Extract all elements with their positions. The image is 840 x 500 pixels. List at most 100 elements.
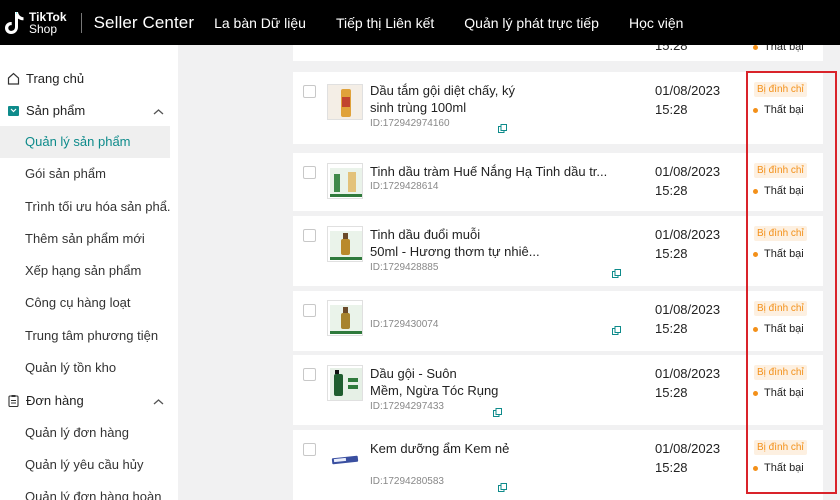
nav-live-management[interactable]: Quản lý phát trực tiếp (464, 15, 599, 31)
status-dot (753, 188, 758, 194)
status-dot (753, 251, 758, 257)
chevron-up-icon[interactable] (153, 394, 164, 409)
table-row[interactable]: Kem dưỡng ẩm Kem nẻ ID:17294280583 01/08… (293, 430, 823, 500)
product-name-line2[interactable]: 50ml - Hương thơm tự nhiê... (370, 242, 540, 261)
sidebar-item-manage-products[interactable]: Quản lý sản phẩm (0, 126, 170, 158)
table-row[interactable]: ID:1729430074 01/08/2023 15:28 Bị đình c… (293, 291, 823, 351)
row-checkbox[interactable] (303, 443, 316, 456)
nav-academy[interactable]: Học viện (629, 15, 683, 31)
sidebar-item-return-orders[interactable]: Quản lý đơn hàng hoàn (0, 481, 170, 500)
product-id: ID:1729428614 (370, 181, 439, 192)
sidebar-item-bulk-tools[interactable]: Công cụ hàng loạt (0, 287, 170, 319)
copy-icon[interactable] (493, 404, 502, 417)
status-failed: Thất bại (753, 248, 804, 260)
product-name-line1[interactable]: Kem dưỡng ẩm Kem nẻ (370, 439, 509, 458)
copy-icon[interactable] (612, 265, 621, 278)
row-time: 15:28 (655, 246, 688, 261)
product-box-icon (6, 103, 20, 117)
row-checkbox[interactable] (303, 85, 316, 98)
status-dot (753, 45, 758, 50)
sidebar: Trang chủ Sản phẩm Quản lý sản phẩm Gói … (0, 45, 178, 500)
copy-icon[interactable] (612, 322, 621, 335)
status-dot (753, 465, 758, 471)
chevron-up-icon[interactable] (153, 104, 164, 119)
product-thumbnail[interactable] (327, 300, 363, 336)
clipboard-icon (6, 393, 20, 407)
status-failed: Thất bại (753, 462, 804, 474)
status-failed: Thất bại (753, 104, 804, 116)
status-failed: Thất bại (753, 45, 804, 53)
product-id: ID:17294280583 (370, 476, 444, 487)
copy-icon[interactable] (498, 120, 507, 133)
product-name-line2[interactable]: sinh trùng 100ml (370, 98, 466, 117)
product-name-line2[interactable]: Mềm, Ngừa Tóc Rụng (370, 381, 498, 400)
status-dot (753, 390, 758, 396)
status-badge: Bị đình chỉ (754, 82, 807, 97)
sidebar-orders[interactable]: Đơn hàng (0, 384, 178, 416)
row-date: 01/08/2023 (655, 227, 721, 242)
table-row[interactable]: Dầu tắm gội diệt chấy, ký sinh trùng 100… (293, 72, 823, 144)
product-id: ID:1729430074 (370, 319, 439, 330)
row-time: 15:28 (655, 321, 688, 336)
sidebar-item-cancel-requests[interactable]: Quản lý yêu cầu hủy (0, 449, 170, 481)
product-id: ID:17294297433 (370, 401, 444, 412)
row-date: 01/08/2023 (655, 441, 721, 456)
row-checkbox[interactable] (303, 166, 316, 179)
status-dot (753, 326, 758, 332)
row-time: 15:28 (655, 45, 688, 53)
product-name-line1[interactable]: Tinh dầu tràm Huế Nắng Hạ Tinh dầu tr... (370, 162, 607, 181)
sidebar-item-inventory[interactable]: Quản lý tồn kho (0, 352, 170, 384)
row-checkbox[interactable] (303, 368, 316, 381)
row-date: 01/08/2023 (655, 366, 721, 381)
status-failed-label: Thất bại (764, 45, 804, 53)
tiktok-logo-icon (4, 10, 26, 36)
sidebar-home[interactable]: Trang chủ (0, 62, 178, 94)
sidebar-item-media-center[interactable]: Trung tâm phương tiện (0, 320, 170, 352)
product-id: ID:172942974160 (370, 118, 450, 129)
status-failed-label: Thất bại (764, 323, 804, 335)
tiktok-shop-logo[interactable]: TikTok Shop (4, 0, 67, 45)
product-thumbnail[interactable] (327, 226, 363, 262)
row-date: 01/08/2023 (655, 83, 721, 98)
table-row[interactable]: Tinh dầu tràm Huế Nắng Hạ Tinh dầu tr...… (293, 153, 823, 211)
status-badge: Bị đình chỉ (754, 301, 807, 316)
product-thumbnail[interactable] (327, 365, 363, 401)
row-time: 15:28 (655, 183, 688, 198)
product-thumbnail[interactable] (327, 84, 363, 120)
table-row: 15:28 Thất bại (293, 45, 823, 61)
top-bar: TikTok Shop Seller Center La bàn Dữ liệu… (0, 0, 840, 45)
nav-data-compass[interactable]: La bàn Dữ liệu (214, 15, 306, 31)
row-checkbox[interactable] (303, 229, 316, 242)
row-time: 15:28 (655, 385, 688, 400)
row-date: 01/08/2023 (655, 302, 721, 317)
product-thumbnail[interactable] (327, 163, 363, 199)
table-row[interactable]: Tinh dầu đuổi muỗi 50ml - Hương thơm tự … (293, 216, 823, 286)
sidebar-products-label: Sản phẩm (26, 102, 86, 118)
table-row[interactable]: Dầu gội - Suôn Mềm, Ngừa Tóc Rụng ID:172… (293, 355, 823, 425)
sidebar-item-add-product[interactable]: Thêm sản phẩm mới (0, 223, 170, 255)
logo-line-shop: Shop (29, 21, 58, 36)
status-badge: Bị đình chỉ (754, 163, 807, 178)
status-failed-label: Thất bại (764, 104, 804, 116)
status-failed: Thất bại (753, 387, 804, 399)
nav-affiliate-marketing[interactable]: Tiếp thị Liên kết (336, 15, 434, 31)
header-divider (80, 12, 82, 33)
row-time: 15:28 (655, 102, 688, 117)
sidebar-products[interactable]: Sản phẩm (0, 94, 178, 126)
row-time: 15:28 (655, 460, 688, 475)
sidebar-orders-label: Đơn hàng (26, 392, 84, 408)
status-dot (753, 107, 758, 113)
copy-icon[interactable] (498, 479, 507, 492)
row-checkbox[interactable] (303, 304, 316, 317)
sidebar-item-product-ranking[interactable]: Xếp hạng sản phẩm (0, 255, 170, 287)
status-badge: Bị đình chỉ (754, 365, 807, 380)
status-failed: Thất bại (753, 185, 804, 197)
sidebar-item-product-bundles[interactable]: Gói sản phẩm (0, 158, 170, 190)
product-thumbnail[interactable] (327, 440, 363, 476)
status-failed-label: Thất bại (764, 185, 804, 197)
sidebar-home-label: Trang chủ (26, 70, 85, 86)
product-id: ID:1729428885 (370, 262, 439, 273)
sidebar-item-product-optimizer[interactable]: Trình tối ưu hóa sản phẩ... (0, 191, 170, 223)
brand-title: Seller Center (93, 12, 195, 32)
sidebar-item-manage-orders[interactable]: Quản lý đơn hàng (0, 417, 170, 449)
